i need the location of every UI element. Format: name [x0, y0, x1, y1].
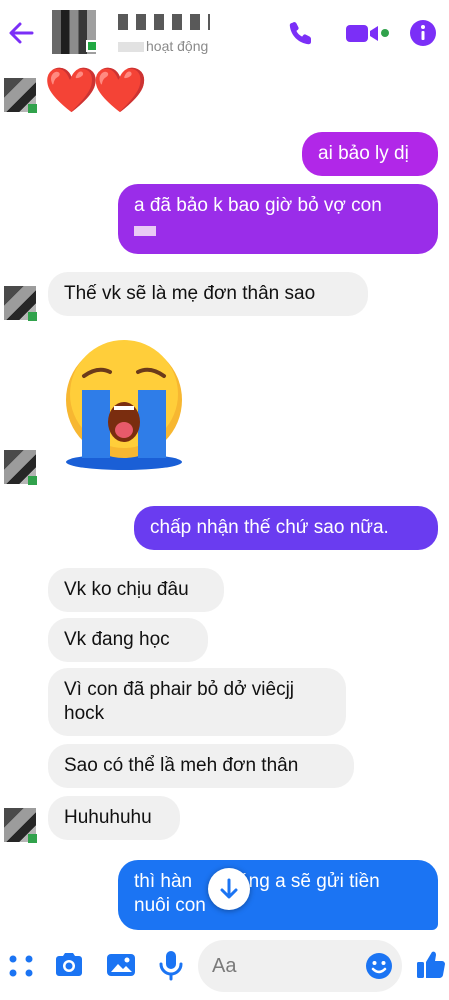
message-incoming[interactable]: Vk đang học [48, 618, 208, 662]
video-icon[interactable] [344, 18, 384, 48]
message-text: Sao có thể lầ meh đơn thân [64, 755, 299, 776]
mic-icon[interactable] [154, 948, 188, 982]
message-text: hock [64, 703, 105, 724]
gallery-icon[interactable] [104, 948, 138, 982]
scroll-to-bottom-button[interactable] [208, 868, 250, 910]
message-text: Vk đang học [64, 629, 170, 650]
message-text: ai bảo ly dị [318, 143, 409, 164]
message-text: chấp nhận thế chứ sao nữa. [150, 517, 389, 538]
message-text: thì hàn [134, 871, 193, 892]
phone-icon[interactable] [286, 18, 316, 48]
message-incoming[interactable]: Vì con đã phair bỏ dở viêcjj hock [48, 668, 346, 736]
composer-bar: Aa [0, 930, 449, 1000]
contact-avatar-small[interactable] [4, 286, 37, 321]
conversation-header: hoạt động [0, 0, 449, 66]
message-incoming[interactable]: Huhuhuhu [48, 796, 180, 840]
message-incoming[interactable]: Sao có thể lầ meh đơn thân [48, 744, 354, 788]
scroll-down-icon [220, 878, 238, 899]
contact-avatar-small[interactable] [4, 450, 37, 485]
message-outgoing[interactable]: ai bảo ly dị [302, 132, 438, 176]
message-outgoing[interactable]: thì hàn áng a sẽ gửi tiền nuôi con [118, 860, 438, 930]
message-text: Huhuhuhu [64, 807, 152, 828]
active-status-text: hoạt động [146, 38, 209, 54]
emoji-icon[interactable] [364, 951, 394, 981]
like-icon[interactable] [414, 948, 448, 982]
message-text: áng a sẽ gửi tiền [238, 871, 380, 892]
message-outgoing[interactable]: a đã bảo k bao giờ bỏ vợ con [118, 184, 438, 254]
contact-avatar-small[interactable] [4, 78, 37, 113]
crying-face-sticker[interactable] [54, 334, 194, 474]
active-status: hoạt động [118, 38, 208, 54]
redacted-text [134, 226, 156, 236]
message-text: Vk ko chịu đâu [64, 579, 189, 600]
apps-icon[interactable] [4, 948, 38, 982]
message-incoming[interactable]: Thế vk sẽ là mẹ đơn thân sao [48, 272, 368, 316]
contact-name-redacted[interactable] [118, 14, 210, 30]
hearts-emoji: ❤️❤️ [44, 66, 148, 115]
message-outgoing[interactable]: chấp nhận thế chứ sao nữa. [134, 506, 438, 550]
info-icon[interactable] [408, 18, 438, 48]
message-text: Vì con đã phair bỏ dở viêcjj [64, 679, 295, 700]
message-text: nuôi con [134, 895, 206, 916]
online-indicator [86, 40, 98, 52]
message-text: a đã bảo k bao giờ bỏ vợ con [134, 195, 382, 216]
message-input-placeholder: Aa [212, 955, 237, 977]
camera-icon[interactable] [52, 948, 86, 982]
contact-avatar[interactable] [52, 10, 98, 54]
message-incoming[interactable]: Vk ko chịu đâu [48, 568, 224, 612]
video-online-dot [381, 29, 389, 37]
message-input[interactable]: Aa [198, 940, 402, 992]
contact-avatar-small[interactable] [4, 808, 37, 843]
back-arrow-icon[interactable] [6, 18, 36, 48]
message-text: Thế vk sẽ là mẹ đơn thân sao [64, 283, 316, 304]
